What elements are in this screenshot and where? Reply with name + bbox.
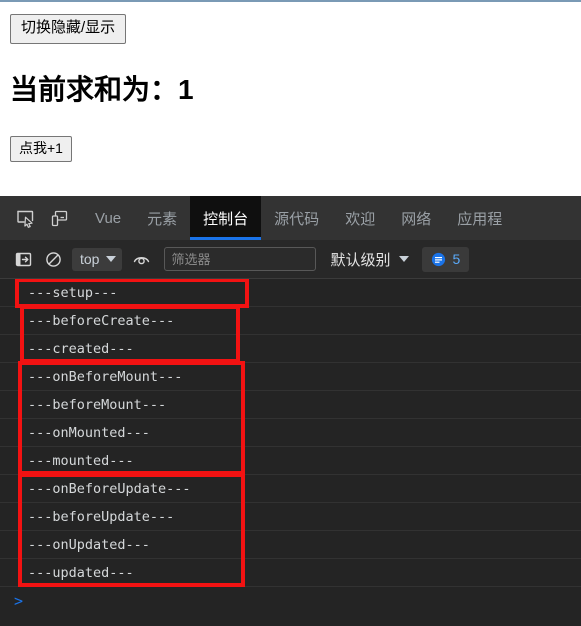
tab-vue[interactable]: Vue	[82, 196, 134, 240]
devtools-panel: Vue 元素 控制台 源代码 欢迎 网络 应用程 top 筛选器 默认级别 5 …	[0, 196, 581, 626]
toggle-visibility-button[interactable]: 切换隐藏/显示	[10, 14, 127, 44]
inspect-cursor-icon[interactable]	[8, 196, 42, 240]
devtools-tabbar: Vue 元素 控制台 源代码 欢迎 网络 应用程	[0, 196, 581, 240]
tab-network[interactable]: 网络	[388, 196, 444, 240]
tab-elements[interactable]: 元素	[134, 196, 190, 240]
issues-badge[interactable]: 5	[422, 246, 470, 272]
console-message-list[interactable]: ---setup--- ---beforeCreate--- ---create…	[0, 279, 581, 626]
tab-welcome[interactable]: 欢迎	[332, 196, 388, 240]
console-filter-box[interactable]	[164, 247, 317, 271]
execution-context-value: top	[80, 251, 100, 267]
console-log-row: ---onUpdated---	[0, 531, 581, 559]
log-level-value: 默认级别	[330, 251, 391, 269]
tab-label: 欢迎	[345, 210, 376, 228]
console-log-row: ---beforeUpdate---	[0, 503, 581, 531]
tab-label: 元素	[147, 210, 178, 228]
filter-input[interactable]	[171, 251, 310, 267]
console-toolbar: top 默认级别 5	[0, 240, 581, 279]
devtools-tab-list: Vue 元素 控制台 源代码 欢迎 网络 应用程	[82, 196, 515, 240]
console-log-row: ---beforeCreate---	[0, 307, 581, 335]
tab-label: 应用程	[457, 210, 503, 228]
chevron-down-icon	[399, 256, 410, 262]
console-input-prompt[interactable]: >	[0, 587, 581, 615]
console-log-row: ---onMounted---	[0, 419, 581, 447]
clear-console-icon[interactable]	[38, 240, 68, 278]
execution-context-selector[interactable]: top	[72, 247, 123, 271]
tab-label: 源代码	[274, 210, 320, 228]
console-log-row: ---mounted---	[0, 447, 581, 475]
device-toolbar-icon[interactable]	[42, 196, 76, 240]
console-log-row: ---beforeMount---	[0, 391, 581, 419]
console-log-row: ---setup---	[0, 279, 581, 307]
tab-label: Vue	[95, 209, 122, 227]
console-log-row: ---created---	[0, 335, 581, 363]
log-level-selector[interactable]: 默认级别	[330, 249, 410, 270]
issues-count: 5	[452, 251, 461, 267]
tab-console[interactable]: 控制台	[190, 196, 262, 240]
prompt-chevron-icon: >	[14, 592, 24, 610]
console-log-row: ---onBeforeUpdate---	[0, 475, 581, 503]
tab-application[interactable]: 应用程	[444, 196, 515, 240]
chevron-down-icon	[106, 256, 117, 262]
page-title: 当前求和为：1	[10, 74, 194, 105]
increment-button[interactable]: 点我+1	[10, 136, 72, 163]
console-sidebar-icon[interactable]	[8, 240, 38, 278]
console-log-row: ---updated---	[0, 559, 581, 587]
console-log-row: ---onBeforeMount---	[0, 363, 581, 391]
issues-message-icon	[432, 252, 446, 266]
web-page-viewport: 切换隐藏/显示 当前求和为：1 点我+1	[0, 2, 581, 196]
tab-label: 控制台	[203, 210, 249, 228]
live-expression-icon[interactable]	[126, 240, 156, 278]
tab-label: 网络	[401, 210, 432, 228]
tab-sources[interactable]: 源代码	[261, 196, 332, 240]
